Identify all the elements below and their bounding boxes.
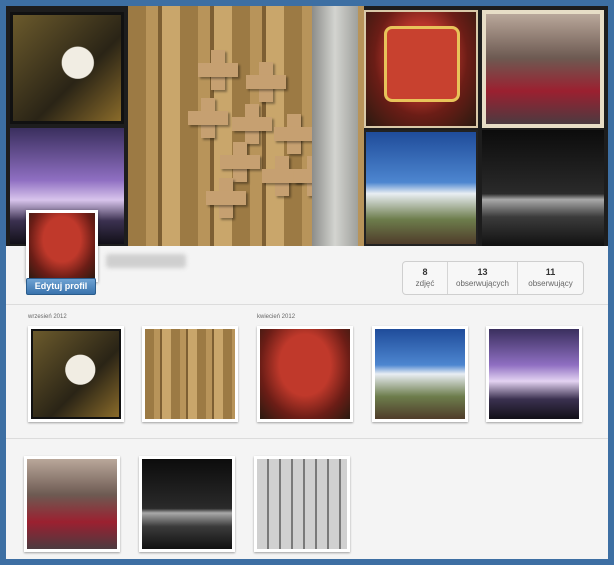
stat-following-count: 11 <box>545 267 556 277</box>
stat-followers-count: 13 <box>477 267 488 277</box>
cross-shape <box>188 98 228 138</box>
photo-image <box>375 329 465 419</box>
stat-followers[interactable]: 13 obserwujących <box>448 262 518 294</box>
photo-thumbnail-building[interactable] <box>254 456 350 552</box>
cover-photo-wooden-crosses[interactable] <box>128 6 364 246</box>
cross-shape <box>206 178 246 218</box>
photo-image <box>260 329 350 419</box>
stat-following[interactable]: 11 obserwujący <box>518 262 583 294</box>
photo-thumbnail-doll[interactable] <box>28 326 124 422</box>
photo-thumbnail-wooden-crosses[interactable] <box>142 326 238 422</box>
cross-shape <box>220 142 260 182</box>
stat-followers-label: obserwujących <box>456 279 509 288</box>
beer-label <box>384 26 460 102</box>
username-blurred: •••••••••• <box>106 254 186 268</box>
cover-photo-doll[interactable] <box>10 12 124 124</box>
cover-photo-night-city[interactable] <box>482 130 604 246</box>
avatar-image <box>29 213 95 279</box>
photo-thumbnail-white-house[interactable] <box>372 326 468 422</box>
cross-shape <box>232 104 272 144</box>
cross-shape <box>246 62 286 102</box>
cross-shape <box>274 114 314 154</box>
divider <box>6 304 608 305</box>
photo-image <box>257 459 347 549</box>
stone-pillar <box>312 6 358 246</box>
photo-image <box>145 329 235 419</box>
profile-page: Edytuj profil •••••••••• 8 zdjęć 13 obse… <box>6 6 608 559</box>
stat-photos-count: 8 <box>422 267 428 277</box>
edit-profile-button[interactable]: Edytuj profil <box>26 278 96 295</box>
photo-thumbnail-sunset[interactable] <box>486 326 582 422</box>
photo-thumbnail-night-city[interactable] <box>139 456 235 552</box>
profile-stats: 8 zdjęć 13 obserwujących 11 obserwujący <box>402 261 584 295</box>
photo-image <box>31 329 121 419</box>
avatar[interactable] <box>26 210 98 282</box>
photo-thumbnail-beer[interactable] <box>257 326 353 422</box>
photo-image <box>142 459 232 549</box>
divider <box>6 438 608 439</box>
cover-photo-market[interactable] <box>482 10 604 128</box>
photo-thumbnail-market[interactable] <box>24 456 120 552</box>
stat-photos-label: zdjęć <box>415 279 435 288</box>
month-heading-april: kwiecień 2012 <box>257 314 296 320</box>
month-heading-september: wrzesień 2012 <box>28 314 67 320</box>
photo-image <box>489 329 579 419</box>
stat-following-label: obserwujący <box>528 279 573 288</box>
stat-photos[interactable]: 8 zdjęć <box>403 262 448 294</box>
cover-photo-beer[interactable] <box>364 10 478 128</box>
cross-shape <box>198 50 238 90</box>
cover-photo-white-house[interactable] <box>364 130 478 246</box>
photo-image <box>27 459 117 549</box>
